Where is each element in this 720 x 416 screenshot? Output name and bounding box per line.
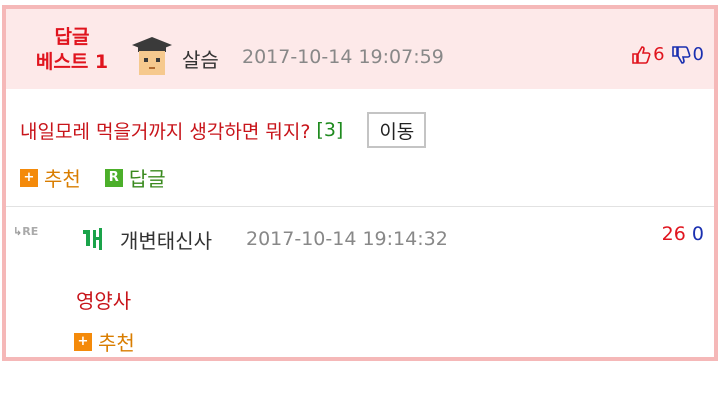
- reply-actions: + 추천: [74, 327, 159, 356]
- thumbs-down-icon[interactable]: [671, 45, 691, 65]
- reply-upvote-count[interactable]: 26: [662, 223, 686, 245]
- reply-author[interactable]: 개변태신사: [120, 225, 212, 254]
- comment-card: 답글 베스트 1 살슴 2017-10-14 19:07:59 6 0 내일모레…: [2, 5, 718, 361]
- post-votes: 6 0: [631, 44, 704, 65]
- thumbs-up-icon[interactable]: [631, 45, 651, 65]
- avatar-graduate-icon: [132, 37, 172, 75]
- reply-recommend-label: 추천: [98, 331, 135, 355]
- best-reply-badge: 답글 베스트 1: [28, 25, 116, 75]
- post-datetime: 2017-10-14 19:07:59: [242, 46, 444, 68]
- recommend-label: 추천: [44, 167, 81, 191]
- divider: [6, 206, 714, 207]
- reply-downvote-count[interactable]: 0: [692, 223, 704, 245]
- reply-recommend-button[interactable]: + 추천: [74, 327, 135, 356]
- upvote-count: 6: [653, 44, 665, 65]
- best-label-line1: 답글: [54, 26, 90, 48]
- downvote-count: 0: [692, 44, 704, 65]
- reply-body: 영양사: [76, 289, 132, 313]
- reply-button[interactable]: R 답글: [104, 163, 166, 192]
- recommend-button[interactable]: + 추천: [20, 163, 81, 192]
- comment-header: 답글 베스트 1 살슴 2017-10-14 19:07:59 6 0: [6, 9, 714, 89]
- post-actions: + 추천 R 답글: [20, 163, 190, 192]
- reply-count: [3]: [316, 119, 344, 141]
- best-label-line2: 베스트 1: [35, 51, 109, 73]
- plus-icon: +: [74, 332, 92, 351]
- reply-arrow-icon: ↳RE: [13, 225, 39, 238]
- post-title[interactable]: 내일모레 먹을거까지 생각하면 뭐지?: [20, 117, 310, 144]
- move-button[interactable]: 이동: [367, 112, 427, 148]
- reply-r-icon: R: [104, 168, 123, 187]
- plus-icon: +: [20, 168, 38, 187]
- reply-votes: 26 0: [662, 223, 704, 245]
- level-icon: [83, 228, 102, 250]
- reply-label: 답글: [128, 167, 166, 191]
- reply-datetime: 2017-10-14 19:14:32: [246, 228, 448, 250]
- post-author[interactable]: 살슴: [182, 44, 219, 73]
- post-title-row: 내일모레 먹을거까지 생각하면 뭐지? [3] 이동: [20, 112, 427, 148]
- re-label: RE: [22, 225, 39, 238]
